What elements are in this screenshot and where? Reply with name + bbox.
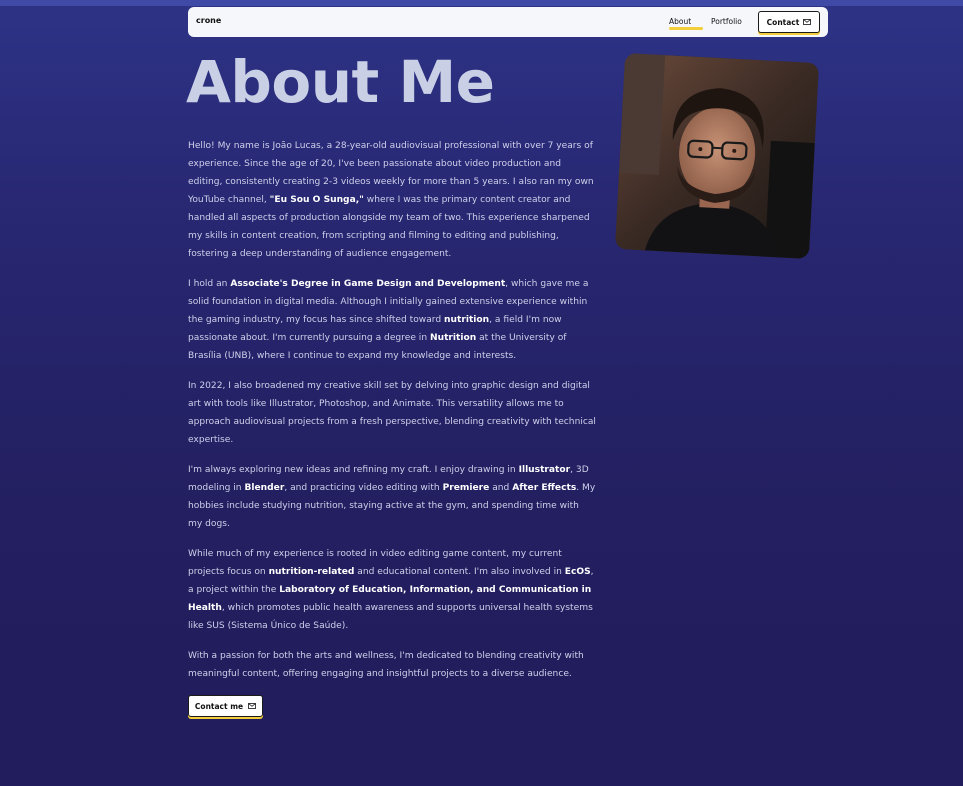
- nav-link-about[interactable]: About: [669, 17, 691, 26]
- top-accent-strip: [0, 0, 963, 6]
- nav-contact-button[interactable]: Contact: [758, 11, 820, 33]
- bio-text: In 2022, I also broadened my creative sk…: [188, 381, 596, 445]
- bio-highlight: "Eu Sou O Sunga,": [269, 195, 364, 205]
- bio-highlight: nutrition: [444, 315, 490, 325]
- mail-icon: [803, 19, 812, 25]
- bio-text: and educational content. I'm also involv…: [354, 567, 565, 577]
- bio-paragraph: While much of my experience is rooted in…: [188, 545, 596, 635]
- nav-link-portfolio[interactable]: Portfolio: [711, 17, 742, 26]
- bio-highlight: Associate's Degree in Game Design and De…: [230, 279, 506, 289]
- bio-highlight: EcOS: [564, 567, 591, 577]
- bio-highlight: Blender: [244, 483, 285, 493]
- bio-text: I'm always exploring new ideas and refin…: [188, 465, 519, 475]
- page-title: About Me: [186, 48, 495, 116]
- bio-paragraph: Hello! My name is João Lucas, a 28-year-…: [188, 137, 596, 263]
- portrait-illustration: [615, 53, 819, 259]
- top-navbar: crone About Portfolio Contact: [188, 7, 828, 37]
- bio-paragraph: In 2022, I also broadened my creative sk…: [188, 377, 596, 449]
- contact-me-label: Contact me: [194, 701, 244, 711]
- bio-highlight: After Effects: [512, 483, 577, 493]
- bio-text: , which promotes public health awareness…: [188, 603, 593, 631]
- bio-paragraph: I hold an Associate's Degree in Game Des…: [188, 275, 596, 365]
- contact-me-button[interactable]: Contact me: [188, 695, 263, 717]
- bio-highlight: Premiere: [442, 483, 490, 493]
- bio-section: Hello! My name is João Lucas, a 28-year-…: [188, 137, 596, 695]
- bio-highlight: nutrition-related: [268, 567, 355, 577]
- active-nav-indicator: [669, 27, 703, 30]
- bio-highlight: Illustrator: [518, 465, 571, 475]
- bio-paragraph: I'm always exploring new ideas and refin…: [188, 461, 596, 533]
- bio-paragraph: With a passion for both the arts and wel…: [188, 647, 596, 683]
- bio-text: With a passion for both the arts and wel…: [188, 651, 584, 679]
- bio-highlight: Nutrition: [429, 333, 477, 343]
- nav-contact-label: Contact: [766, 17, 800, 27]
- brand-logo[interactable]: crone: [196, 16, 221, 25]
- profile-photo: [615, 53, 819, 259]
- bio-text: I hold an: [188, 279, 231, 289]
- bio-text: and: [489, 483, 513, 493]
- bio-text: , and practicing video editing with: [284, 483, 443, 493]
- mail-icon: [248, 703, 256, 709]
